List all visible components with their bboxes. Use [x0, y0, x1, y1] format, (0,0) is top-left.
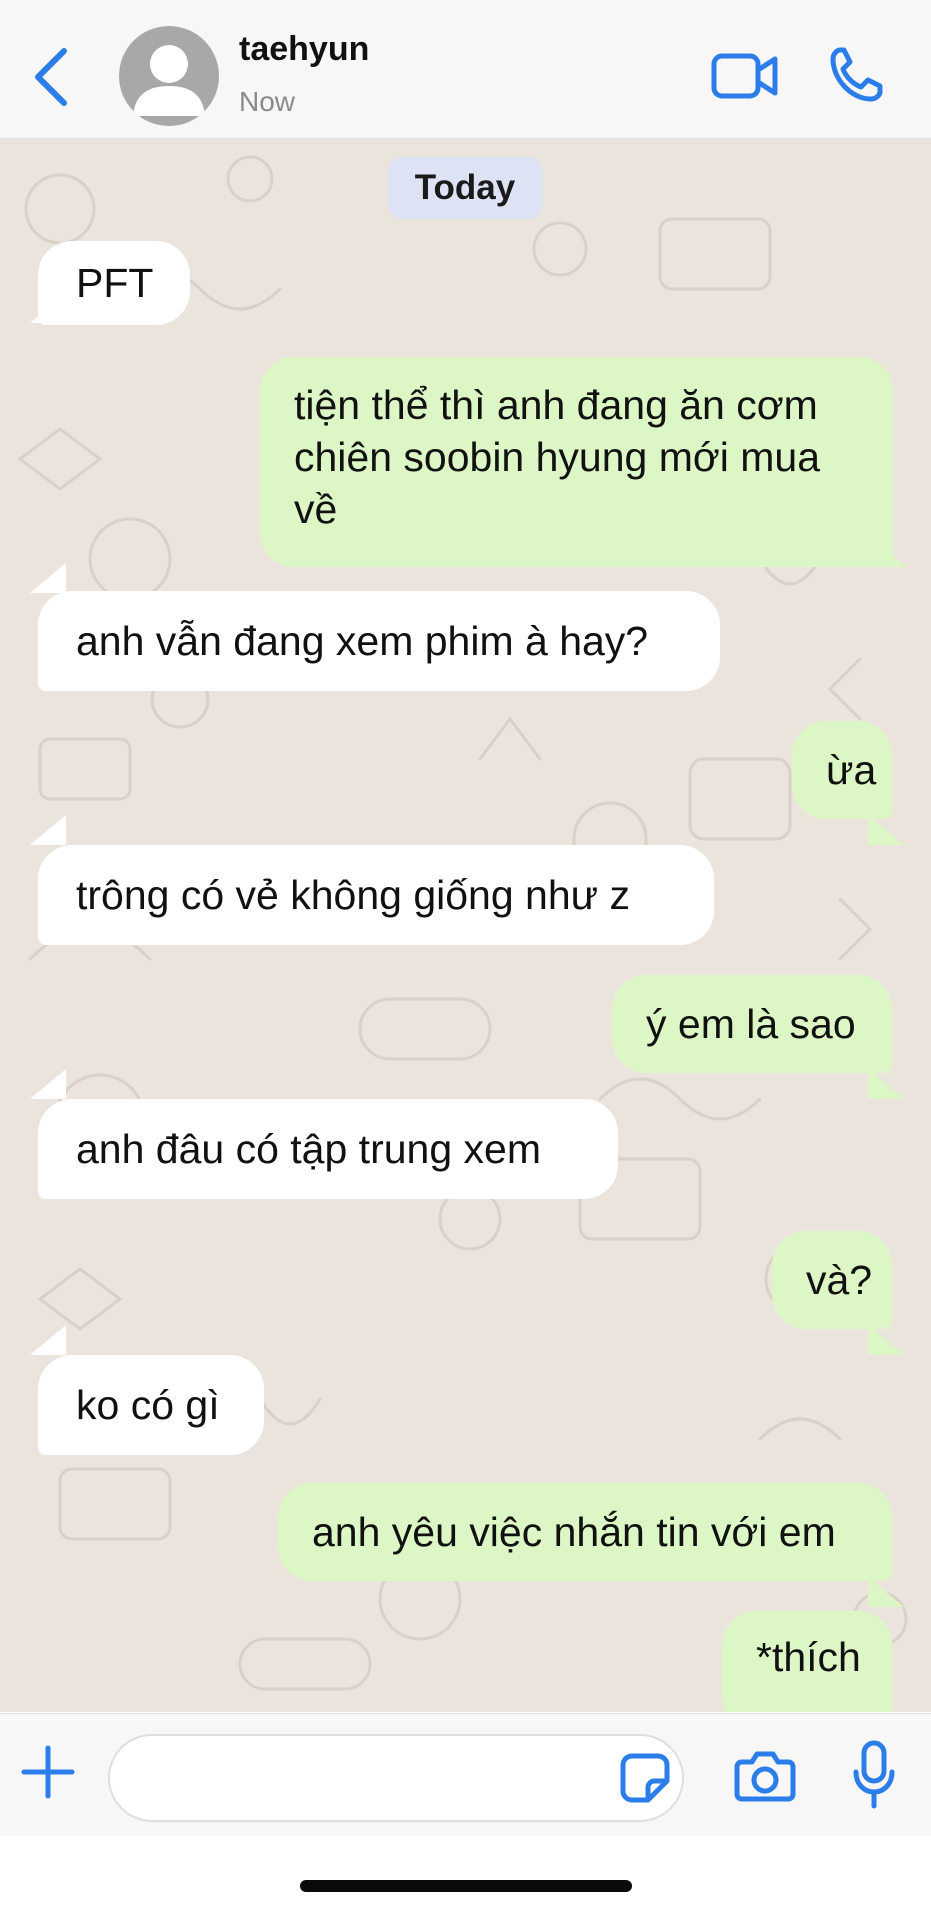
avatar[interactable] [119, 26, 219, 126]
sticker-button[interactable] [618, 1751, 672, 1805]
message-bubble[interactable]: ý em là sao [612, 975, 892, 1073]
contact-name[interactable]: taehyun [239, 30, 369, 69]
message-bubble[interactable]: PFT [38, 241, 190, 325]
message-bubble[interactable]: anh yêu việc nhắn tin với em [278, 1483, 892, 1581]
date-separator: Today [388, 157, 542, 219]
message-bubble[interactable]: *thích [722, 1611, 892, 1712]
microphone-icon [853, 1740, 895, 1809]
camera-icon [734, 1751, 796, 1802]
message-composer [0, 1713, 931, 1837]
message-bubble[interactable]: trông có vẻ không giống như z [38, 845, 714, 945]
chat-header: taehyun Now [0, 0, 931, 139]
chat-area[interactable]: Today PFT tiện thể thì anh đang ăn cơm c… [0, 139, 931, 1712]
message-bubble[interactable]: ừa [792, 721, 892, 819]
voice-call-button[interactable] [828, 46, 884, 104]
sticker-icon [620, 1753, 670, 1803]
home-area [0, 1836, 931, 1920]
back-button[interactable] [30, 45, 74, 109]
video-call-button[interactable] [711, 50, 779, 102]
message-bubble[interactable]: ko có gì [38, 1355, 264, 1455]
person-placeholder-icon [133, 45, 205, 116]
plus-icon [21, 1745, 75, 1799]
message-bubble[interactable]: tiện thể thì anh đang ăn cơm chiên soobi… [260, 357, 893, 567]
message-bubble[interactable]: anh đâu có tập trung xem [38, 1099, 618, 1199]
phone-icon [830, 47, 883, 102]
message-input[interactable] [108, 1734, 684, 1822]
message-bubble[interactable]: anh vẫn đang xem phim à hay? [38, 591, 720, 691]
contact-status: Now [239, 86, 296, 117]
camera-button[interactable] [734, 1748, 796, 1804]
microphone-button[interactable] [852, 1740, 896, 1812]
video-camera-icon [711, 53, 778, 99]
attach-button[interactable] [18, 1742, 78, 1802]
message-bubble[interactable]: và? [772, 1231, 892, 1329]
home-indicator[interactable] [300, 1880, 632, 1892]
chevron-left-icon [35, 48, 67, 106]
